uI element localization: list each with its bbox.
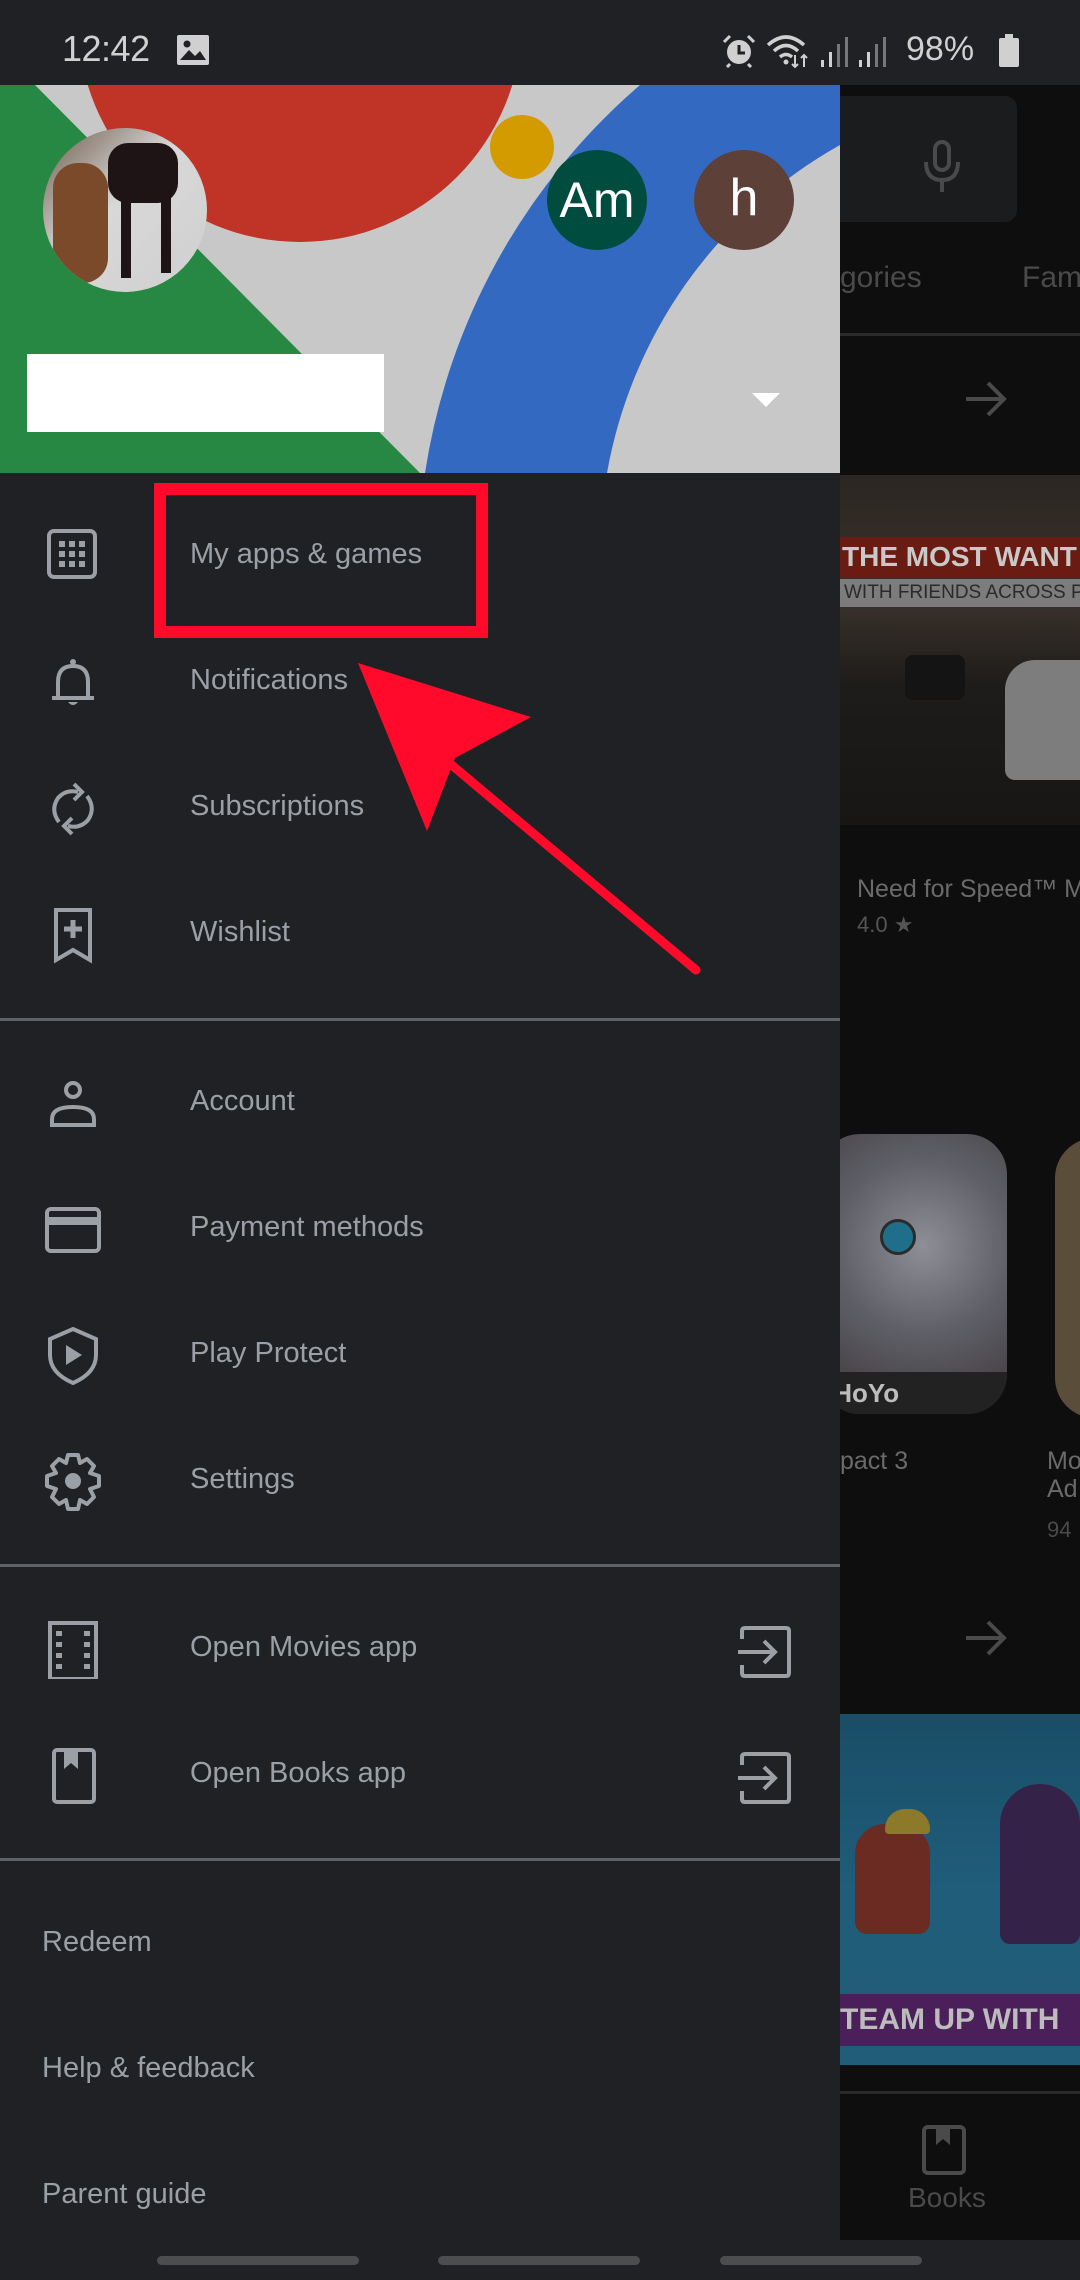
featured-game-title: Need for Speed™ Mo [857, 875, 1080, 903]
menu-item-help-feedback[interactable]: Help & feedback [0, 2008, 840, 2134]
menu-item-subscriptions[interactable]: Subscriptions [0, 746, 840, 872]
character-shape [855, 1824, 930, 1934]
character-eye [880, 1219, 916, 1255]
bell-icon [52, 659, 94, 705]
app-title: Mo [1047, 1447, 1080, 1475]
promo-game-image: TEAM UP WITH [840, 1714, 1080, 2065]
menu-item-label: Redeem [42, 1926, 152, 1958]
featured-banner-line2: WITH FRIENDS ACROSS PLA [840, 579, 1080, 607]
car-shape [1005, 660, 1080, 780]
menu-item-label: Play Protect [190, 1337, 347, 1369]
app-icon-logo: iHoYo [840, 1372, 1007, 1414]
gear-icon [45, 1453, 101, 1511]
arrow-right-icon [966, 1620, 1007, 1656]
menu-item-label: My apps & games [190, 538, 423, 570]
nav-back-button[interactable] [720, 2256, 922, 2265]
avatar[interactable] [43, 128, 207, 292]
exit-app-icon [738, 1626, 791, 1678]
search-bar [840, 96, 1017, 222]
mic-icon [924, 140, 960, 192]
battery-percent: 98% [906, 30, 975, 68]
tab-categories: gories [840, 261, 922, 294]
menu-item-label: Settings [190, 1463, 295, 1495]
exit-app-icon [738, 1752, 791, 1804]
account-name [27, 354, 384, 432]
image-icon [177, 35, 209, 65]
status-bar: 12:42 98% [0, 0, 1080, 85]
alarm-icon [722, 34, 756, 68]
credit-card-icon [45, 1207, 101, 1253]
menu-item-play-protect[interactable]: Play Protect [0, 1293, 840, 1419]
sync-icon [52, 782, 94, 836]
bottom-nav-divider [840, 2091, 1080, 2094]
arrow-right-icon [966, 381, 1007, 417]
account-avatar-am[interactable]: Am [547, 150, 647, 250]
menu-item-open-movies-app[interactable]: Open Movies app [0, 1587, 840, 1713]
menu-item-parent-guide[interactable]: Parent guide [0, 2134, 840, 2240]
car-shape [905, 655, 965, 700]
menu-item-my-apps-games[interactable]: My apps & games [0, 494, 840, 620]
menu-item-label: Open Books app [190, 1757, 407, 1789]
film-icon [48, 1621, 98, 1679]
status-time: 12:42 [62, 28, 150, 69]
navigation-drawer: Am h My apps & games Notifications Subsc… [0, 85, 840, 2240]
avatar-photo-detail [121, 188, 131, 278]
menu-item-label: Parent guide [42, 2178, 207, 2210]
book-icon [52, 1748, 96, 1804]
menu-divider [0, 1564, 840, 1567]
signal-icon [821, 37, 848, 67]
menu-item-payment-methods[interactable]: Payment methods [0, 1167, 840, 1293]
drawer-header: Am h [0, 85, 840, 473]
character-shape [885, 1809, 930, 1834]
menu-item-wishlist[interactable]: Wishlist [0, 872, 840, 998]
menu-divider [0, 1018, 840, 1021]
nav-home-button[interactable] [438, 2256, 640, 2265]
menu-item-label: Account [190, 1085, 295, 1117]
character-shape [1000, 1784, 1080, 1944]
app-icon [1055, 1138, 1080, 1418]
tabs-divider [840, 333, 1080, 336]
menu-item-settings[interactable]: Settings [0, 1419, 840, 1545]
person-icon [50, 1081, 96, 1127]
app-icon: iHoYo [840, 1134, 1007, 1414]
menu-item-account[interactable]: Account [0, 1041, 840, 1167]
shield-play-icon [48, 1327, 98, 1385]
tab-family: Fami [1022, 261, 1080, 294]
signal-icon [859, 37, 886, 67]
menu-item-notifications[interactable]: Notifications [0, 620, 840, 746]
menu-item-label: Open Movies app [190, 1631, 418, 1663]
bottom-nav-books: Books [908, 2182, 986, 2213]
menu-divider [0, 1858, 840, 1861]
menu-item-label: Subscriptions [190, 790, 365, 822]
menu-item-label: Wishlist [190, 916, 290, 948]
featured-game-image: THE MOST WANT WITH FRIENDS ACROSS PLA [840, 475, 1080, 825]
apps-grid-icon [47, 529, 97, 579]
avatar-photo-detail [161, 188, 171, 273]
menu-item-label: Notifications [190, 664, 348, 696]
app-title: Ad [1047, 1475, 1078, 1503]
book-icon [922, 2125, 966, 2175]
avatar-photo-detail [53, 163, 108, 283]
bookmark-add-icon [54, 908, 92, 964]
background-store-page: gories Fami THE MOST WANT WITH FRIENDS A… [840, 85, 1080, 2240]
dropdown-triangle-icon[interactable] [752, 393, 780, 409]
system-navigation-bar [0, 2240, 1080, 2280]
menu-item-label: Help & feedback [42, 2052, 255, 2084]
app-title: pact 3 [840, 1447, 909, 1475]
promo-banner: TEAM UP WITH [840, 1994, 1080, 2046]
app-rating: 94 [1047, 1517, 1072, 1542]
account-avatar-h[interactable]: h [694, 150, 794, 250]
menu-item-redeem[interactable]: Redeem [0, 1882, 840, 2008]
menu-item-open-books-app[interactable]: Open Books app [0, 1713, 840, 1839]
featured-banner-line1: THE MOST WANT [840, 537, 1080, 577]
nav-recents-button[interactable] [157, 2256, 359, 2265]
menu-item-label: Payment methods [190, 1211, 424, 1243]
battery-icon [999, 34, 1019, 67]
wifi-icon [766, 35, 808, 69]
featured-game-rating: 4.0 ★ [857, 912, 914, 937]
